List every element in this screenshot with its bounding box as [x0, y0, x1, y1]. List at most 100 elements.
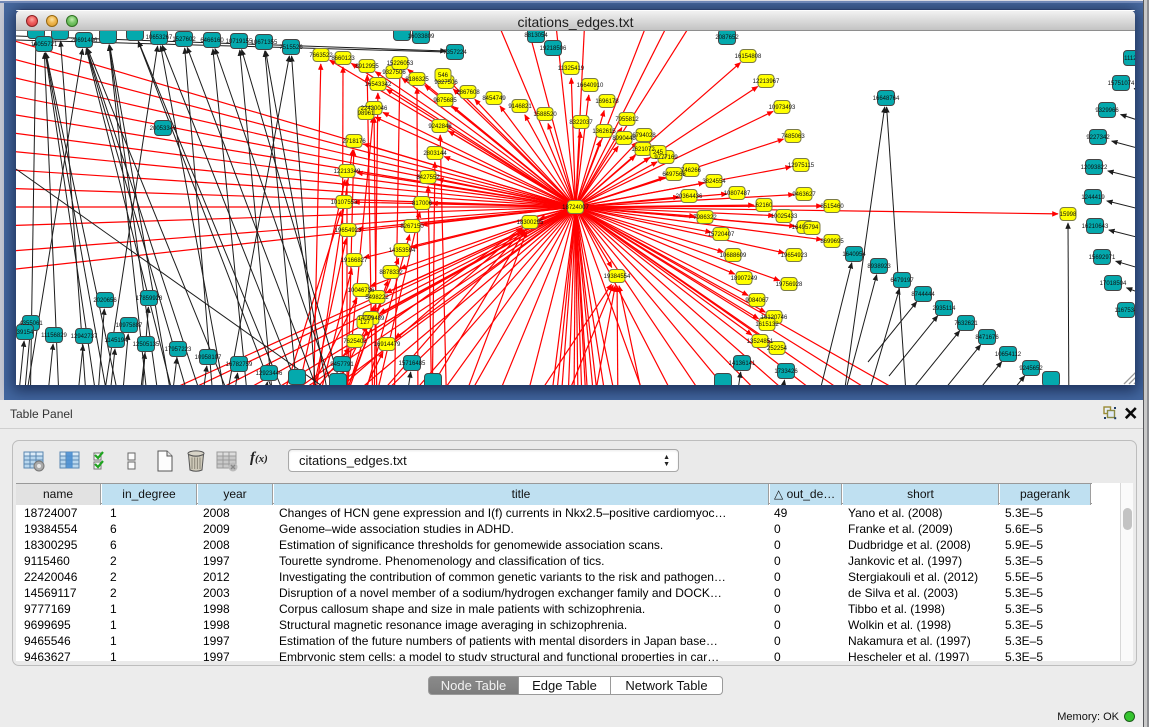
svg-text:9242848: 9242848 — [428, 124, 452, 130]
svg-text:18724007: 18724007 — [562, 205, 589, 211]
svg-text:10046736: 10046736 — [348, 288, 375, 294]
svg-text:16154808: 16154808 — [735, 54, 762, 60]
svg-text:12505135: 12505135 — [133, 342, 160, 348]
svg-text:1640954: 1640954 — [842, 252, 866, 258]
svg-text:7632621: 7632621 — [954, 321, 978, 327]
svg-text:8912955: 8912955 — [355, 64, 379, 70]
svg-text:8515460: 8515460 — [820, 204, 844, 210]
svg-text:10107553: 10107553 — [331, 200, 358, 206]
svg-text:19218506: 19218506 — [540, 46, 567, 52]
svg-text:20053346: 20053346 — [150, 126, 177, 132]
svg-text:8427552: 8427552 — [416, 175, 440, 181]
svg-text:4355061: 4355061 — [19, 321, 43, 327]
svg-text:8186325: 8186325 — [405, 77, 429, 83]
svg-text:1527602: 1527602 — [172, 37, 196, 43]
svg-text:19384554: 19384554 — [604, 274, 631, 280]
svg-text:5498222: 5498222 — [365, 295, 389, 301]
svg-text:12942737: 12942737 — [71, 334, 98, 340]
svg-text:10654112: 10654112 — [995, 352, 1022, 358]
svg-text:1615132: 1615132 — [755, 322, 779, 328]
svg-text:16914479: 16914479 — [374, 342, 401, 348]
svg-text:7625402: 7625402 — [343, 339, 367, 345]
svg-text:10973493: 10973493 — [769, 105, 796, 111]
svg-text:8660123: 8660123 — [331, 56, 355, 62]
svg-text:252254: 252254 — [767, 346, 788, 352]
svg-text:16210643: 16210643 — [1082, 224, 1109, 230]
svg-text:20691406: 20691406 — [71, 38, 98, 44]
svg-text:10719155: 10719155 — [226, 39, 253, 45]
svg-text:2087652: 2087652 — [715, 35, 739, 41]
svg-text:17018504: 17018504 — [1100, 281, 1127, 287]
svg-text:1244419: 1244419 — [1081, 195, 1105, 201]
svg-text:1145194: 1145194 — [105, 338, 129, 344]
svg-text:8878332: 8878332 — [379, 270, 403, 276]
svg-text:11125: 11125 — [1124, 56, 1135, 62]
svg-text:8471676: 8471676 — [975, 335, 999, 341]
svg-text:7663522: 7663522 — [309, 53, 333, 59]
svg-text:6466160: 6466160 — [200, 38, 224, 44]
svg-text:9327506: 9327506 — [382, 70, 406, 76]
svg-text:2867608: 2867608 — [456, 90, 480, 96]
svg-text:15226053: 15226053 — [387, 61, 414, 67]
svg-text:14353594: 14353594 — [389, 248, 416, 254]
svg-text:1733426: 1733426 — [774, 369, 798, 375]
svg-text:17859928: 17859928 — [136, 296, 163, 302]
svg-text:127: 127 — [360, 320, 371, 326]
svg-text:546: 546 — [438, 73, 449, 79]
svg-text:10958107: 10958107 — [195, 355, 222, 361]
svg-text:6794028: 6794028 — [632, 133, 656, 139]
svg-text:15751074: 15751074 — [1108, 81, 1135, 87]
svg-text:17957223: 17957223 — [165, 347, 192, 353]
svg-text:20364436: 20364436 — [676, 194, 703, 200]
svg-text:9084067: 9084067 — [745, 298, 769, 304]
svg-text:8744444: 8744444 — [911, 292, 935, 298]
svg-text:7485063: 7485063 — [781, 134, 805, 140]
svg-text:19166827: 19166827 — [341, 258, 368, 264]
svg-text:817006: 817006 — [412, 201, 433, 207]
svg-text:245: 245 — [653, 150, 664, 156]
svg-text:18300295: 18300295 — [517, 220, 544, 226]
svg-text:9463627: 9463627 — [792, 192, 816, 198]
svg-text:39154: 39154 — [17, 330, 34, 336]
svg-text:12093822: 12093822 — [1081, 165, 1108, 171]
svg-text:15998: 15998 — [1060, 212, 1077, 218]
svg-text:12975115: 12975115 — [788, 163, 815, 169]
svg-text:8938923: 8938923 — [867, 264, 891, 270]
svg-text:8267150: 8267150 — [400, 224, 424, 230]
svg-text:98961: 98961 — [358, 111, 375, 117]
svg-text:16120746: 16120746 — [761, 315, 788, 321]
svg-text:8813054: 8813054 — [524, 33, 548, 39]
svg-text:16033809: 16033809 — [408, 34, 435, 40]
svg-text:9457791: 9457791 — [330, 362, 354, 368]
svg-text:14136141: 14136141 — [729, 361, 756, 367]
svg-text:16640910: 16640910 — [577, 83, 604, 89]
svg-text:10671355: 10671355 — [251, 40, 278, 46]
svg-text:2718176: 2718176 — [342, 139, 366, 145]
svg-text:15692971: 15692971 — [1089, 255, 1116, 261]
svg-text:10688609: 10688609 — [720, 253, 747, 259]
svg-text:12213967: 12213967 — [753, 79, 780, 85]
svg-text:12923446: 12923446 — [256, 371, 283, 377]
svg-text:9227342: 9227342 — [1086, 135, 1110, 141]
svg-text:12213349: 12213349 — [334, 169, 361, 175]
svg-text:8990448: 8990448 — [612, 136, 636, 142]
svg-text:6497568: 6497568 — [662, 172, 686, 178]
svg-text:10807487: 10807487 — [724, 191, 751, 197]
svg-text:62160: 62160 — [756, 203, 773, 209]
svg-text:16648764: 16648764 — [873, 96, 900, 102]
svg-text:1167534: 1167534 — [1115, 308, 1135, 314]
svg-text:10025433: 10025433 — [771, 214, 798, 220]
svg-text:3824554: 3824554 — [702, 179, 726, 185]
svg-text:2935114: 2935114 — [933, 306, 957, 312]
svg-text:8699695: 8699695 — [820, 239, 844, 245]
svg-text:8454749: 8454749 — [482, 96, 506, 102]
svg-text:10975887: 10975887 — [116, 323, 143, 329]
svg-text:11156829: 11156829 — [41, 333, 67, 339]
svg-text:6479197: 6479197 — [890, 278, 914, 284]
svg-text:18907249: 18907249 — [731, 276, 758, 282]
svg-text:9245652: 9245652 — [1019, 366, 1043, 372]
svg-text:7515526: 7515526 — [279, 45, 303, 51]
svg-text:16495794: 16495794 — [792, 225, 819, 231]
svg-text:16543342: 16543342 — [365, 82, 392, 88]
svg-text:14055721: 14055721 — [31, 42, 58, 48]
